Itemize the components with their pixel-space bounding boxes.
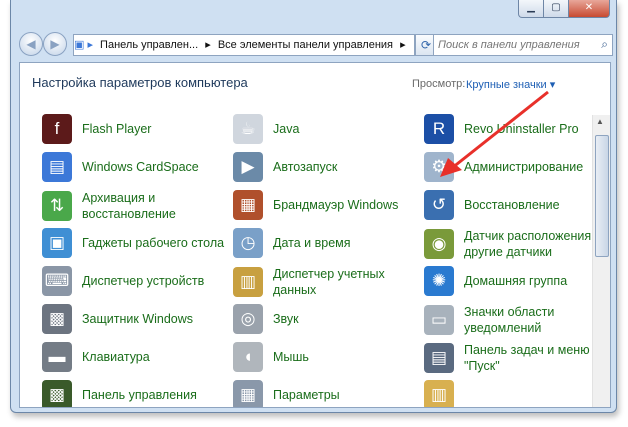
admin-tools-icon: ⚙ xyxy=(424,152,454,182)
mouse-icon: ◖ xyxy=(233,342,263,372)
defender-icon: ▩ xyxy=(42,304,72,334)
breadcrumb-control-panel[interactable]: Панель управлен... xyxy=(100,39,198,51)
item-label: Брандмауэр Windows xyxy=(273,198,399,212)
recovery-icon: ↺ xyxy=(424,190,454,220)
chevron-right-icon[interactable]: ▸ xyxy=(205,39,211,51)
search-icon[interactable]: ⌕ xyxy=(601,37,608,52)
control-panel-item[interactable]: f Flash Player xyxy=(42,114,151,144)
control-panel-item[interactable]: ▬ Клавиатура xyxy=(42,342,150,372)
control-panel-item[interactable]: ▶ Автозапуск xyxy=(233,152,337,182)
control-panel-item[interactable]: ◷ Дата и время xyxy=(233,228,351,258)
control-panel-icon: ▩ xyxy=(42,380,72,407)
control-panel-item[interactable]: ☕ Java xyxy=(233,114,299,144)
item-label: Гаджеты рабочего стола xyxy=(82,236,225,250)
control-panel-item[interactable]: ◉ Датчик расположения и другие датчики xyxy=(424,228,602,260)
gadgets-icon: ▣ xyxy=(42,228,72,258)
content-pane: Настройка параметров компьютера Просмотр… xyxy=(19,62,611,408)
folder-icon: ▥ xyxy=(424,380,454,407)
item-label: Revo Uninstaller Pro xyxy=(464,122,579,136)
tray-icons-icon: ▭ xyxy=(424,305,454,335)
breadcrumb-dropdown-icon[interactable]: ▸ xyxy=(400,39,406,51)
control-panel-item[interactable]: ⌨ Диспетчер устройств xyxy=(42,266,204,296)
vertical-scrollbar[interactable]: ▲ xyxy=(592,115,610,407)
control-panel-item[interactable]: ▩ Защитник Windows xyxy=(42,304,193,334)
item-label: Клавиатура xyxy=(82,350,150,364)
control-panel-item[interactable]: ⚙ Администрирование xyxy=(424,152,583,182)
item-label: Домашняя группа xyxy=(464,274,568,288)
item-label: Панель управления xyxy=(82,388,197,402)
device-manager-icon: ⌨ xyxy=(42,266,72,296)
keyboard-icon: ▬ xyxy=(42,342,72,372)
control-panel-item[interactable]: ▤ Панель задач и меню "Пуск" xyxy=(424,342,590,374)
item-label: Звук xyxy=(273,312,299,326)
scrollbar-thumb[interactable] xyxy=(595,135,609,257)
item-label: Восстановление xyxy=(464,198,560,212)
taskbar-icon: ▤ xyxy=(424,343,454,373)
datetime-icon: ◷ xyxy=(233,228,263,258)
control-panel-item[interactable]: ▦ Брандмауэр Windows xyxy=(233,190,398,220)
options-icon: ▦ xyxy=(233,380,263,407)
flash-icon: f xyxy=(42,114,72,144)
control-panel-item[interactable]: ▥ Диспетчер учетных данных xyxy=(233,266,385,298)
item-label: Значки области уведомлений xyxy=(464,305,555,335)
forward-button[interactable]: ▶ xyxy=(43,32,67,56)
item-label: Дата и время xyxy=(273,236,351,250)
backup-icon: ⇅ xyxy=(42,191,72,221)
navigation-bar: ◀ ▶ ▣ ▸ Панель управлен... ▸ Все элемент… xyxy=(19,32,613,58)
control-panel-item[interactable]: ▣ Гаджеты рабочего стола xyxy=(42,228,224,258)
address-folder-icon: ▣ ▸ xyxy=(74,39,93,51)
item-label: Датчик расположения и другие датчики xyxy=(464,229,602,259)
credential-icon: ▥ xyxy=(233,267,263,297)
control-panel-item[interactable]: ⇅ Архивация и восстановление xyxy=(42,190,176,222)
control-panel-item[interactable]: R Revo Uninstaller Pro xyxy=(424,114,579,144)
control-panel-item[interactable]: ◖ Мышь xyxy=(233,342,309,372)
caption-buttons: ▁ ▢ ✕ xyxy=(518,0,610,18)
control-panel-item[interactable]: ▩ Панель управления xyxy=(42,380,197,407)
scroll-up-icon[interactable]: ▲ xyxy=(596,117,604,126)
control-panel-item[interactable]: ◎ Звук xyxy=(233,304,299,334)
view-mode-dropdown[interactable]: Крупные значки ▾ xyxy=(466,78,555,91)
item-label: Java xyxy=(273,122,300,136)
item-label: Мышь xyxy=(273,350,309,364)
item-label: Панель задач и меню "Пуск" xyxy=(464,343,590,373)
sound-icon: ◎ xyxy=(233,304,263,334)
item-label: Диспетчер учетных данных xyxy=(273,267,385,297)
autoplay-icon: ▶ xyxy=(233,152,263,182)
firewall-icon: ▦ xyxy=(233,190,263,220)
control-panel-item[interactable]: ✺ Домашняя группа xyxy=(424,266,567,296)
address-bar[interactable]: ▣ ▸ Панель управлен... ▸ Все элементы па… xyxy=(73,34,415,56)
item-label: Flash Player xyxy=(82,122,152,136)
item-label: Администрирование xyxy=(464,160,584,174)
page-title: Настройка параметров компьютера xyxy=(32,75,248,90)
item-label: Защитник Windows xyxy=(82,312,194,326)
minimize-button[interactable]: ▁ xyxy=(518,0,544,18)
item-label: Windows CardSpace xyxy=(82,160,199,174)
search-box[interactable]: ⌕ xyxy=(433,34,613,56)
back-button[interactable]: ◀ xyxy=(19,32,43,56)
sensor-icon: ◉ xyxy=(424,229,454,259)
search-input[interactable] xyxy=(434,35,592,55)
view-label: Просмотр: xyxy=(412,78,466,90)
breadcrumb-all-items[interactable]: Все элементы панели управления xyxy=(218,39,393,51)
maximize-button[interactable]: ▢ xyxy=(543,0,569,18)
item-label: Диспетчер устройств xyxy=(82,274,205,288)
item-label: Параметры xyxy=(273,388,340,402)
cardspace-icon: ▤ xyxy=(42,152,72,182)
close-button[interactable]: ✕ xyxy=(568,0,610,18)
control-panel-item[interactable]: ▤ Windows CardSpace xyxy=(42,152,199,182)
item-label: Автозапуск xyxy=(273,160,338,174)
java-icon: ☕ xyxy=(233,114,263,144)
control-panel-window: ▁ ▢ ✕ ◀ ▶ ▣ ▸ Панель управлен... ▸ Все э… xyxy=(10,0,617,413)
control-panel-item[interactable]: ↺ Восстановление xyxy=(424,190,560,220)
control-panel-item[interactable]: ▦ Параметры xyxy=(233,380,340,407)
homegroup-icon: ✺ xyxy=(424,266,454,296)
control-panel-item[interactable]: ▥ xyxy=(424,380,464,407)
item-label: Архивация и восстановление xyxy=(82,191,176,221)
revo-icon: R xyxy=(424,114,454,144)
control-panel-item[interactable]: ▭ Значки области уведомлений xyxy=(424,304,554,336)
